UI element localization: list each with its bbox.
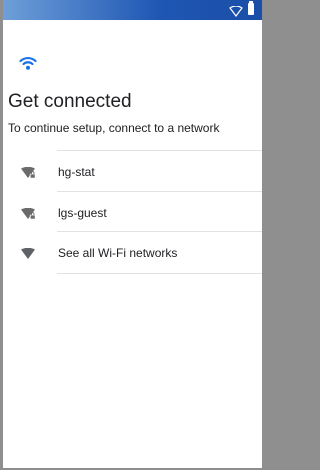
network-item-hg-stat[interactable]: hg-stat: [3, 152, 262, 192]
setup-screen: Get connected To continue setup, connect…: [3, 0, 262, 468]
wifi-outline-icon: [229, 4, 243, 22]
divider: [57, 231, 262, 232]
wifi-locked-icon: [21, 166, 37, 184]
network-name: lgs-guest: [58, 206, 107, 220]
wifi-locked-icon: [21, 207, 37, 225]
battery-icon: [248, 1, 254, 15]
page-title: Get connected: [8, 91, 132, 112]
status-bar: [3, 0, 262, 20]
network-item-lgs-guest[interactable]: lgs-guest: [3, 193, 262, 233]
page-subtitle: To continue setup, connect to a network: [8, 121, 220, 135]
wifi-icon: [19, 55, 37, 76]
divider: [57, 273, 262, 274]
wifi-icon: [21, 247, 37, 265]
divider: [57, 150, 262, 151]
network-name: hg-stat: [58, 165, 95, 179]
see-all-networks-item[interactable]: See all Wi-Fi networks: [3, 233, 262, 273]
see-all-networks-label: See all Wi-Fi networks: [58, 246, 178, 260]
divider: [57, 191, 262, 192]
